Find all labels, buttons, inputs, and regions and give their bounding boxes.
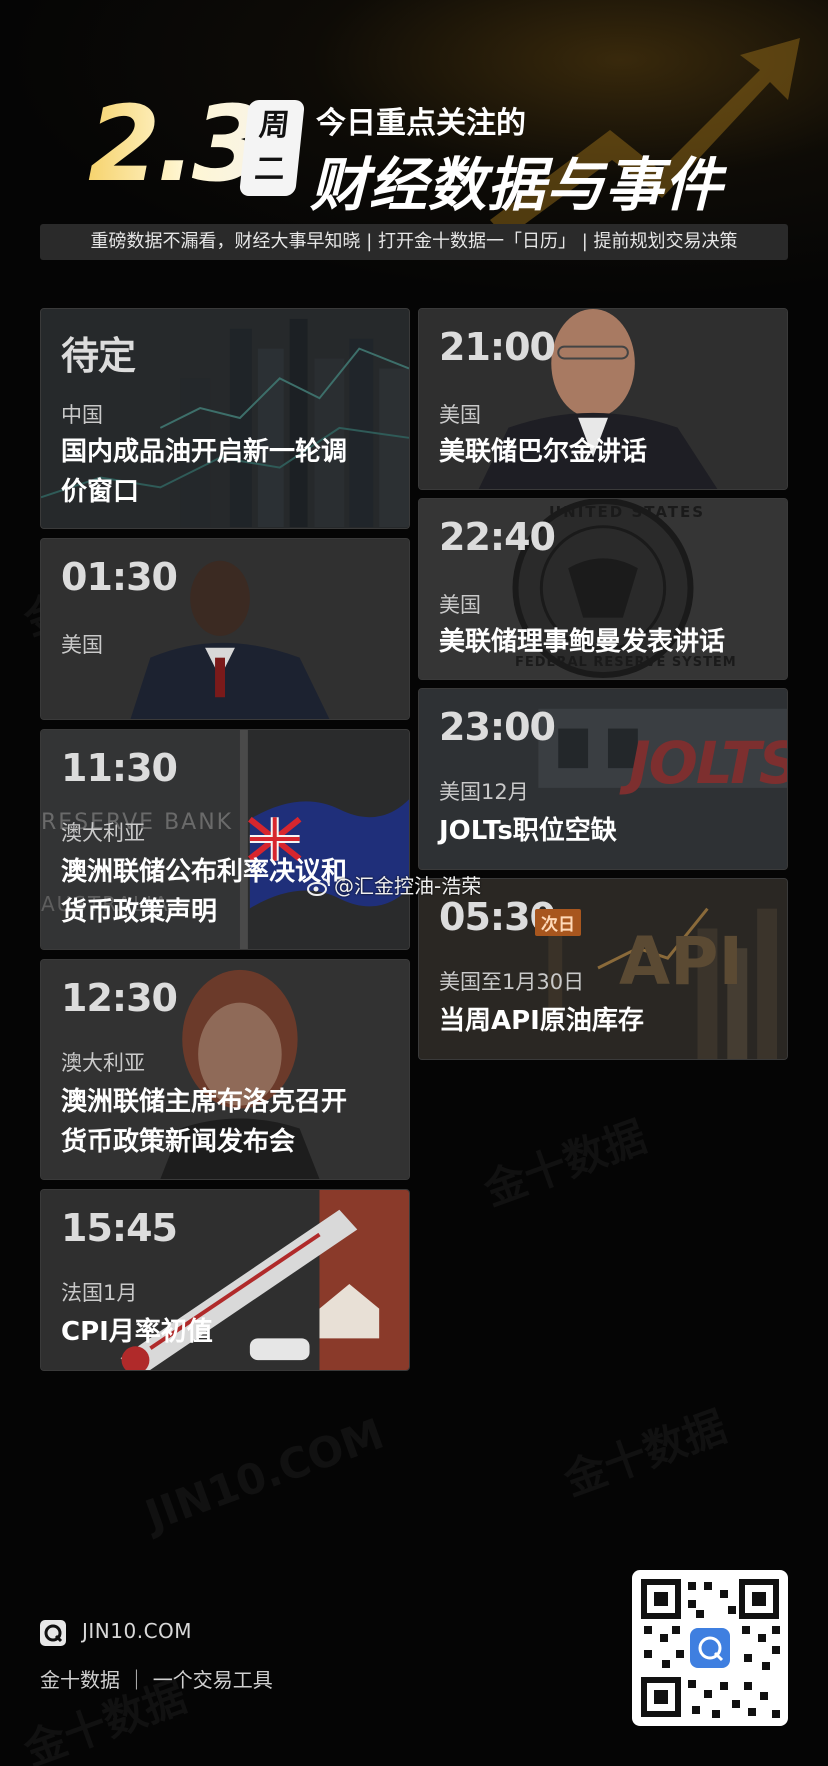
event-region: 美国12月 xyxy=(439,780,529,804)
event-card[interactable]: API 05:30 次日 美国至1月30日 当周API原油库存 xyxy=(418,878,788,1060)
event-card[interactable]: UNITED STATES FEDERAL RESERVE SYSTEM 22:… xyxy=(418,498,788,680)
event-card[interactable]: 12:30 澳大利亚 澳洲联储主席布洛克召开 货币政策新闻发布会 xyxy=(40,959,410,1180)
tagline-bar: 重磅数据不漏看，财经大事早知晓 | 打开金十数据一「日历」 | 提前规划交易决策 xyxy=(40,224,788,260)
event-title-line: CPI月率初值 xyxy=(61,1317,213,1347)
event-title-line: 澳洲联储公布利率决议和 xyxy=(61,857,348,887)
event-title-line: 美联储巴尔金讲话 xyxy=(439,437,648,467)
event-title-line: 澳洲联储主席布洛克召开 xyxy=(61,1087,348,1117)
weibo-watermark: @汇金控油-浩荣 xyxy=(306,870,481,899)
event-time: 11:30 xyxy=(61,746,178,790)
footer-url[interactable]: JIN10.COM xyxy=(82,1619,192,1643)
event-card[interactable]: 待定 中国 国内成品油开启新一轮调 价窗口 xyxy=(40,308,410,529)
event-card[interactable]: 15:45 法国1月 CPI月率初值 xyxy=(40,1189,410,1371)
event-card[interactable]: 01:30 美国 xyxy=(40,538,410,720)
event-title-line: 美联储理事鲍曼发表讲话 xyxy=(439,627,726,657)
event-title-line: 价窗口 xyxy=(61,477,140,507)
event-time: 15:45 xyxy=(61,1206,178,1250)
weekday-badge: 周 二 xyxy=(238,100,306,196)
event-card[interactable]: JOLTS 23:00 美国12月 JOLTs职位空缺 xyxy=(418,688,788,870)
page-title: 财经数据与事件 xyxy=(310,151,724,219)
event-region: 法国1月 xyxy=(61,1281,138,1305)
watermark: 金十数据 xyxy=(477,1111,653,1216)
watermark: JIN10.COM xyxy=(139,1408,391,1541)
event-time: 12:30 xyxy=(61,976,178,1020)
weibo-handle: @汇金控油-浩荣 xyxy=(334,874,482,898)
event-title-line: 货币政策新闻发布会 xyxy=(61,1127,296,1157)
event-time: 01:30 xyxy=(61,555,178,599)
weibo-icon xyxy=(307,878,330,896)
page: 金十数据 金十数据 JIN10.COM 金十数据 金十数据 2.3 周 二 今日… xyxy=(0,0,828,1766)
event-region: 美国 xyxy=(439,403,481,427)
event-time: 23:00 xyxy=(439,705,556,749)
api-sign-text: API xyxy=(619,923,744,1000)
watermark: 金十数据 xyxy=(557,1401,733,1506)
event-region: 澳大利亚 xyxy=(61,821,145,845)
jolts-sign-text: JOLTS xyxy=(629,729,788,797)
event-title-line: 当周API原油库存 xyxy=(439,1006,644,1036)
event-card[interactable]: RESERVE BANK AUSTRALIA 11:30 澳大利亚 澳洲联储公布… xyxy=(40,729,410,950)
jin10-logo-icon xyxy=(40,1620,66,1646)
event-region: 中国 xyxy=(61,403,103,427)
seal-text: UNITED STATES xyxy=(549,503,706,521)
event-card[interactable]: 21:00 美国 美联储巴尔金讲话 xyxy=(418,308,788,490)
event-time: 待定 xyxy=(61,334,136,378)
event-region: 美国至1月30日 xyxy=(439,970,585,994)
event-region: 美国 xyxy=(439,593,481,617)
weekday-char: 二 xyxy=(252,152,287,187)
event-region: 美国 xyxy=(61,633,103,657)
next-day-badge: 次日 xyxy=(535,909,581,936)
event-region: 澳大利亚 xyxy=(61,1051,145,1075)
event-title-line: 货币政策声明 xyxy=(61,897,218,927)
date-number: 2.3 xyxy=(88,83,264,205)
weekday-char: 周 xyxy=(257,108,292,143)
event-title-line: 国内成品油开启新一轮调 xyxy=(61,437,348,467)
event-title-line: JOLTs职位空缺 xyxy=(439,816,617,846)
page-subtitle: 今日重点关注的 xyxy=(316,106,526,141)
event-time: 21:00 xyxy=(439,325,556,369)
qr-code[interactable] xyxy=(632,1570,788,1726)
event-time: 22:40 xyxy=(439,515,556,559)
footer-brand: 金十数据 ｜ 一个交易工具 xyxy=(40,1668,273,1692)
